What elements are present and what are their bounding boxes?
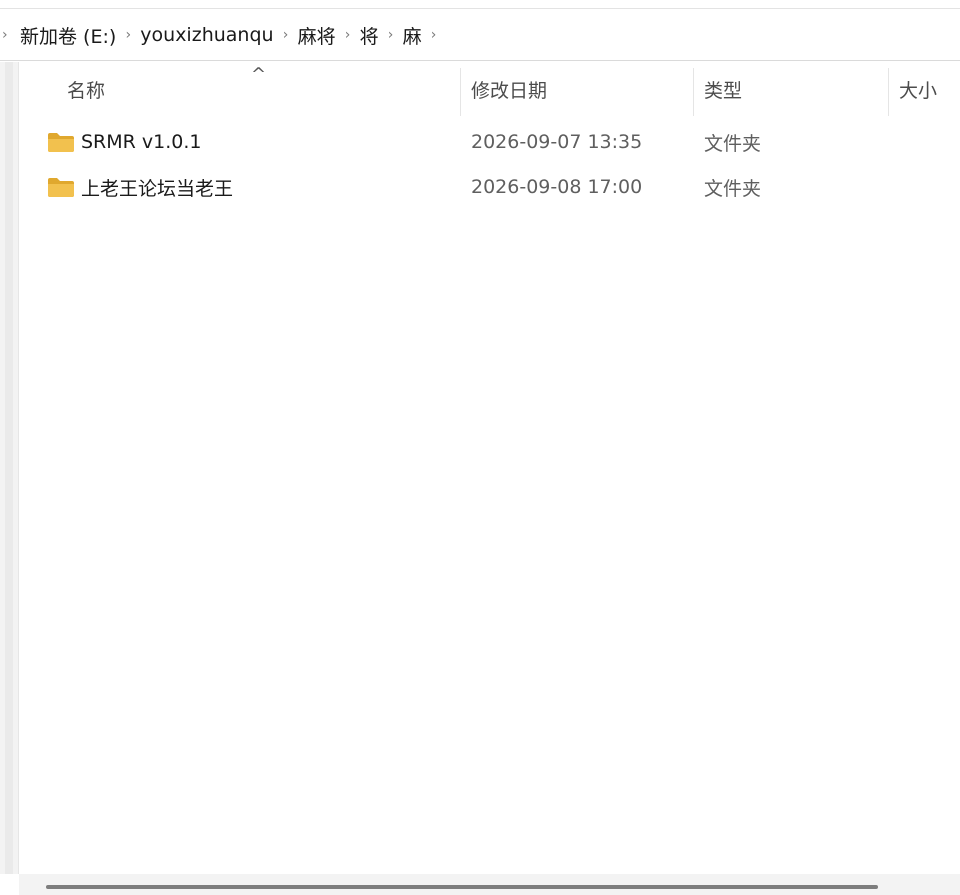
sort-ascending-icon: ^ — [251, 64, 267, 85]
column-headers: ^ 名称 修改日期 类型 大小 — [19, 62, 960, 116]
file-modified-date: 2026-09-07 13:35 — [471, 131, 643, 153]
breadcrumb-item-youxizhuanqu[interactable]: youxizhuanqu — [138, 22, 275, 48]
chevron-right-icon[interactable]: › — [381, 27, 401, 43]
file-row[interactable]: 上老王论坛当老王 2026-09-08 17:00 文件夹 — [19, 167, 960, 207]
file-name: SRMR v1.0.1 — [81, 131, 202, 153]
breadcrumb-item-jiang[interactable]: 将 — [358, 20, 381, 51]
column-divider[interactable] — [888, 68, 889, 116]
breadcrumb-item-majiang[interactable]: 麻将 — [296, 20, 338, 51]
column-header-modified-label: 修改日期 — [471, 79, 548, 102]
folder-icon — [48, 133, 74, 152]
column-header-type[interactable]: 类型 — [704, 62, 742, 116]
column-header-size-label: 大小 — [899, 79, 938, 102]
file-modified-date: 2026-09-08 17:00 — [471, 176, 643, 198]
breadcrumb-item-ma[interactable]: 麻 — [401, 20, 424, 51]
column-divider[interactable] — [693, 68, 694, 116]
folder-icon — [48, 178, 74, 197]
window-top-divider — [0, 8, 960, 9]
navigation-pane-edge[interactable] — [0, 62, 19, 874]
chevron-right-icon[interactable]: › — [0, 27, 18, 43]
column-header-modified[interactable]: 修改日期 — [471, 62, 547, 116]
file-name-cell[interactable]: SRMR v1.0.1 — [47, 122, 202, 162]
horizontal-scrollbar-thumb[interactable] — [46, 885, 878, 889]
file-list: ^ 名称 修改日期 类型 大小 SRMR v1.0.1 2026-09-07 1… — [19, 62, 960, 874]
file-type: 文件夹 — [704, 177, 762, 200]
navigation-pane-scrollbar[interactable] — [5, 62, 13, 874]
column-header-name[interactable]: 名称 — [67, 62, 105, 116]
address-bar-divider — [0, 60, 960, 61]
file-type: 文件夹 — [704, 132, 762, 155]
file-row[interactable]: SRMR v1.0.1 2026-09-07 13:35 文件夹 — [19, 122, 960, 162]
breadcrumb: › 新加卷 (E:) › youxizhuanqu › 麻将 › 将 › 麻 › — [0, 10, 960, 60]
chevron-right-icon[interactable]: › — [118, 27, 138, 43]
chevron-right-icon[interactable]: › — [424, 27, 444, 43]
chevron-right-icon[interactable]: › — [276, 27, 296, 43]
file-name: 上老王论坛当老王 — [81, 177, 234, 200]
breadcrumb-item-drive[interactable]: 新加卷 (E:) — [18, 20, 118, 51]
file-explorer-window: › 新加卷 (E:) › youxizhuanqu › 麻将 › 将 › 麻 ›… — [0, 0, 960, 895]
chevron-right-icon[interactable]: › — [338, 27, 358, 43]
column-header-size[interactable]: 大小 — [899, 62, 937, 116]
column-header-type-label: 类型 — [704, 79, 743, 102]
column-divider[interactable] — [460, 68, 461, 116]
column-header-name-label: 名称 — [67, 79, 106, 102]
horizontal-scrollbar[interactable] — [19, 874, 960, 895]
file-name-cell[interactable]: 上老王论坛当老王 — [47, 167, 233, 207]
